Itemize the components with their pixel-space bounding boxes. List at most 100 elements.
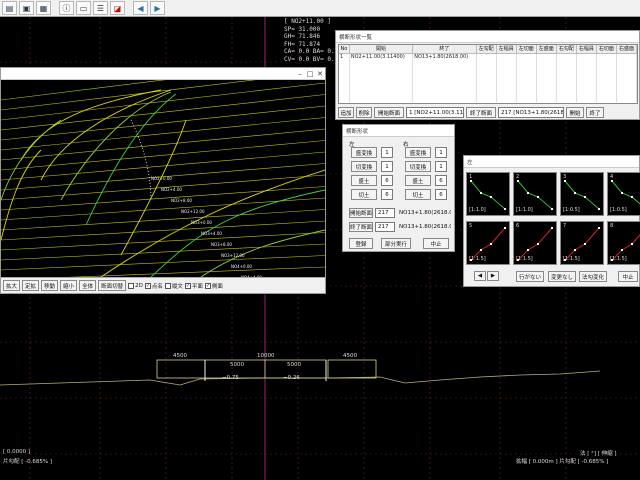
left-item-button[interactable]: 盛変換 xyxy=(351,147,377,158)
end-section-button[interactable]: 終了断面 xyxy=(466,107,496,118)
column-header[interactable]: 終了 xyxy=(412,45,477,54)
next-button[interactable]: ▶ xyxy=(487,271,499,281)
column-header[interactable]: 右勾配 xyxy=(556,45,577,54)
station-label-3d: NO3+8.00 xyxy=(211,242,232,247)
left-item-value[interactable]: 6 xyxy=(381,189,393,200)
close-icon[interactable]: ✕ xyxy=(315,69,325,79)
fixed-zoom-button[interactable]: 定拡 xyxy=(22,280,40,291)
close-button[interactable]: 終了 xyxy=(586,107,604,118)
table-row[interactable]: 1 NO2+11.00(3.11400) NO13+1.80(2618.00) xyxy=(339,53,637,60)
cell-id: 8 xyxy=(610,223,614,229)
right-item-value[interactable]: 6 xyxy=(435,175,447,186)
opt-side-checkbox[interactable]: ✓ 側面 xyxy=(204,282,223,290)
slope-pattern-cell[interactable]: 6 [1:1.5] xyxy=(513,221,557,265)
delete-button[interactable]: 削除 xyxy=(356,107,372,118)
width-label-center: 10000 xyxy=(257,353,275,359)
left-item-button[interactable]: 切土 xyxy=(351,189,377,200)
slope-pattern-cell[interactable]: 5 [1:1.5] xyxy=(466,221,510,265)
info-icon[interactable]: ⓘ xyxy=(59,1,74,15)
column-header[interactable]: 右切面 xyxy=(596,45,617,54)
ok-button[interactable]: 登録 xyxy=(349,238,373,249)
left-item-button[interactable]: 盛土 xyxy=(351,175,377,186)
prev-button[interactable]: ◀ xyxy=(474,271,486,281)
column-header[interactable]: 左幅員 xyxy=(496,45,517,54)
opt-point-checkbox[interactable]: ✓ 点名 xyxy=(144,282,163,290)
left-item-value[interactable]: 1 xyxy=(381,147,393,158)
slope-pattern-cell[interactable]: 1 [1:1.0] xyxy=(466,172,510,216)
start-num-field[interactable]: 217 xyxy=(375,208,395,218)
grid-icon[interactable]: ▦ xyxy=(36,1,51,15)
opt-plan-checkbox[interactable]: 縦文 xyxy=(164,282,183,290)
image-icon[interactable]: ▣ xyxy=(19,1,34,15)
start-section-button[interactable]: 開始断面 xyxy=(374,107,404,118)
opt-surface-checkbox[interactable]: ✓ 平面 xyxy=(184,282,203,290)
table-cell xyxy=(536,53,557,60)
column-header[interactable]: 開始 xyxy=(349,45,414,54)
slope-pattern-cell[interactable]: 2 [1:1.0] xyxy=(513,172,557,216)
profile-cancel-button[interactable]: 中止 xyxy=(618,271,638,282)
column-header[interactable]: 左切面 xyxy=(516,45,537,54)
slope-pattern-cell[interactable]: 4 [1:0.5] xyxy=(607,172,640,216)
folder-icon[interactable]: ▤ xyxy=(2,1,17,15)
slope-pattern-cell[interactable]: 8 [1:1.5] xyxy=(607,221,640,265)
opt-2d-checkbox[interactable]: 2D xyxy=(128,282,143,289)
zoom-in-button[interactable]: 拡大 xyxy=(3,280,21,291)
right-item-button[interactable]: 盛変換 xyxy=(405,147,431,158)
no-change-button[interactable]: 変更なし xyxy=(548,271,576,282)
zoom-out-button[interactable]: 縮小 xyxy=(60,280,78,291)
left-item-button[interactable]: 切変換 xyxy=(351,161,377,172)
start-section-field[interactable]: 1 [NO2+11.00(3.11400)] xyxy=(406,107,464,118)
column-header[interactable]: 右盛面 xyxy=(616,45,637,54)
cell-ratio: [1:1.5] xyxy=(516,256,533,262)
right-item-button[interactable]: 切変換 xyxy=(405,161,431,172)
start-name-text: NO13+1.80(2618.00) xyxy=(397,208,451,218)
cell-id: 7 xyxy=(563,223,567,229)
cell-id: 6 xyxy=(516,223,520,229)
section-table[interactable]: No 開始 終了 左勾配 左幅員 左切面 左盛面 右勾配 右幅員 右切面 右盛面 1 NO2+11.0… xyxy=(338,44,638,104)
monitor-icon[interactable]: ▭ xyxy=(76,1,91,15)
arrow-right-icon[interactable]: ▶ xyxy=(150,1,165,15)
right-item-value[interactable]: 1 xyxy=(435,161,447,172)
right-info-1: 法 [ °] [ 伸縮 ] xyxy=(580,451,617,457)
partial-button[interactable]: 部分実行 xyxy=(381,238,411,249)
minimize-icon[interactable]: – xyxy=(295,69,305,79)
right-item-button[interactable]: 切土 xyxy=(405,189,431,200)
end-section-field[interactable]: 217 [NO13+1.80(2618.00)] xyxy=(498,107,564,118)
main-toolbar: ▤ ▣ ▦ ⓘ ▭ ☰ ◪ ◀ ▶ xyxy=(0,0,640,17)
table-cell: NO13+1.80(2618.00) xyxy=(412,53,477,60)
section-switch-button[interactable]: 断面切替 xyxy=(98,280,127,291)
right-item-button[interactable]: 盛土 xyxy=(405,175,431,186)
open-button[interactable]: 開始 xyxy=(566,107,584,118)
left-item-value[interactable]: 1 xyxy=(381,161,393,172)
arrow-left-icon[interactable]: ◀ xyxy=(133,1,148,15)
cancel-button[interactable]: 中止 xyxy=(423,238,449,249)
3d-view-window: – □ ✕ NO2+0.00 NO2+4.00 NO2+8.00 NO2+12.00 N… xyxy=(0,67,326,294)
cell-id: 5 xyxy=(469,223,473,229)
start-section-label[interactable]: 開始断面 xyxy=(349,208,373,218)
end-section-label[interactable]: 終了断面 xyxy=(349,222,373,232)
profile-icon[interactable]: ◪ xyxy=(110,1,125,15)
right-item-value[interactable]: 6 xyxy=(435,189,447,200)
column-header[interactable]: No xyxy=(339,45,350,54)
fit-all-button[interactable]: 全体 xyxy=(79,280,97,291)
add-button[interactable]: 追加 xyxy=(338,107,354,118)
table-window-titlebar: 横断形状一覧 xyxy=(336,31,639,43)
maximize-icon[interactable]: □ xyxy=(305,69,315,79)
slope-pattern-cell[interactable]: 7 [1:1.5] xyxy=(560,221,604,265)
cell-id: 2 xyxy=(516,174,520,180)
column-header[interactable]: 左盛面 xyxy=(536,45,557,54)
move-button[interactable]: 移動 xyxy=(41,280,59,291)
column-header[interactable]: 左勾配 xyxy=(476,45,497,54)
column-header[interactable]: 右幅員 xyxy=(576,45,597,54)
slope-pattern-cell[interactable]: 3 [1:0.5] xyxy=(560,172,604,216)
left-item-value[interactable]: 6 xyxy=(381,175,393,186)
3d-road-view[interactable]: NO2+0.00 NO2+4.00 NO2+8.00 NO2+12.00 NO3+0.0… xyxy=(1,80,325,277)
end-num-field[interactable]: 217 xyxy=(375,222,395,232)
cell-id: 1 xyxy=(469,174,473,180)
cell-ratio: [1:1.0] xyxy=(469,207,486,213)
none-button[interactable]: 行がない xyxy=(516,271,544,282)
apply-slope-button[interactable]: 法勾変化 xyxy=(579,271,607,282)
right-item-value[interactable]: 1 xyxy=(435,147,447,158)
width-label-right: 4500 xyxy=(343,353,357,359)
list-icon[interactable]: ☰ xyxy=(93,1,108,15)
